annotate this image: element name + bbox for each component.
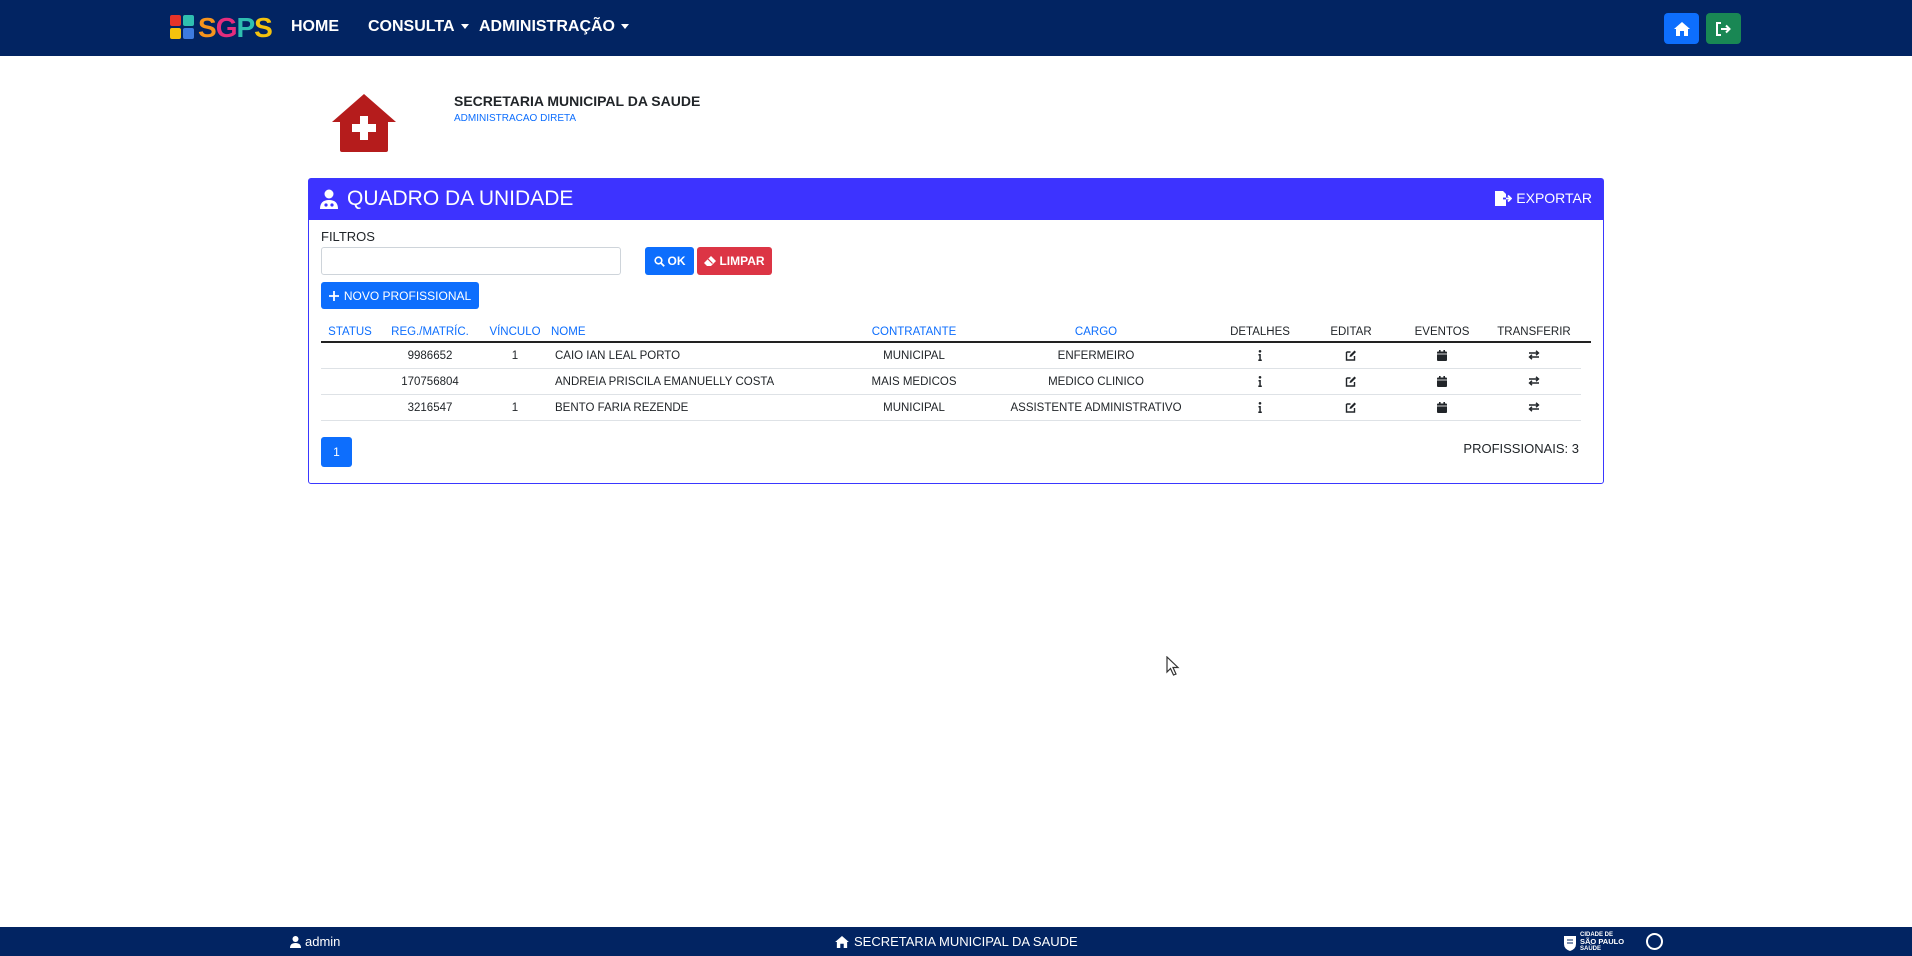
filters-label: FILTROS <box>321 229 375 244</box>
edit-icon[interactable] <box>1345 376 1357 387</box>
nav-consulta-label: CONSULTA <box>368 18 455 35</box>
column-header-status[interactable]: STATUS <box>328 325 372 339</box>
transfer-icon[interactable] <box>1528 402 1540 412</box>
footer-username: admin <box>305 934 341 949</box>
caret-down-icon <box>621 24 629 30</box>
cell-nome: BENTO FARIA REZENDE <box>555 402 689 414</box>
transfer-icon[interactable] <box>1528 350 1540 360</box>
cell-cargo: ENFERMEIRO <box>1057 350 1135 362</box>
nav-home[interactable]: HOME <box>291 17 339 37</box>
org-name: SECRETARIA MUNICIPAL DA SAUDE <box>454 93 701 109</box>
panel-title: QUADRO DA UNIDADE <box>347 187 574 210</box>
cell-cargo: MEDICO CLINICO <box>1048 376 1144 388</box>
home-icon <box>835 935 849 948</box>
cell-nome: ANDREIA PRISCILA EMANUELLY COSTA <box>555 376 775 388</box>
export-button[interactable]: EXPORTAR <box>1495 190 1592 206</box>
home-button[interactable] <box>1664 13 1699 44</box>
footer-user: admin <box>290 934 340 949</box>
city-logo-line: SÃO PAULO <box>1580 937 1625 946</box>
user-doctor-icon <box>320 189 338 209</box>
org-subtitle: ADMINISTRACAO DIRETA <box>454 113 577 124</box>
cell-reg: 9986652 <box>407 350 453 362</box>
file-export-icon <box>1495 190 1513 206</box>
details-icon[interactable] <box>1258 402 1262 413</box>
ok-button[interactable]: OK <box>645 247 694 275</box>
column-header-vinculo[interactable]: VÍNCULO <box>489 325 540 339</box>
brand-letter: P <box>236 12 255 43</box>
column-header-reg[interactable]: REG./MATRÍC. <box>391 325 469 339</box>
brand-letter: S <box>198 12 217 43</box>
cell-nome: CAIO IAN LEAL PORTO <box>555 350 681 362</box>
calendar-icon[interactable] <box>1437 350 1447 361</box>
search-icon <box>653 255 665 267</box>
home-icon <box>1673 21 1690 36</box>
user-icon <box>290 935 301 948</box>
column-header-editar: EDITAR <box>1330 326 1372 338</box>
page-1-button[interactable]: 1 <box>321 437 352 467</box>
footer-org: SECRETARIA MUNICIPAL DA SAUDE <box>835 934 1078 949</box>
transfer-icon[interactable] <box>1528 376 1540 386</box>
column-header-detalhes: DETALHES <box>1230 326 1290 338</box>
footer-bar: admin SECRETARIA MUNICIPAL DA SAUDE CIDA… <box>0 927 1912 956</box>
clear-label: LIMPAR <box>719 254 765 268</box>
clear-button[interactable]: LIMPAR <box>697 247 772 275</box>
cell-cargo: ASSISTENTE ADMINISTRATIVO <box>1010 402 1182 414</box>
table-row: 3216547 1 BENTO FARIA REZENDE MUNICIPAL … <box>321 395 1581 421</box>
cell-contratante: MAIS MEDICOS <box>871 376 957 388</box>
eraser-icon <box>704 256 717 266</box>
puzzle-logo-icon <box>170 15 196 41</box>
column-header-cargo[interactable]: CARGO <box>1075 325 1117 339</box>
edit-icon[interactable] <box>1345 350 1357 361</box>
edit-icon[interactable] <box>1345 402 1357 413</box>
caret-down-icon <box>460 24 469 30</box>
plus-icon <box>328 290 339 301</box>
cell-vinculo: 1 <box>511 350 519 362</box>
sign-out-icon <box>1716 21 1731 36</box>
brand-letter: G <box>215 12 238 43</box>
cell-reg: 3216547 <box>407 402 453 414</box>
cell-contratante: MUNICIPAL <box>883 402 945 414</box>
seal-icon <box>1646 933 1663 950</box>
calendar-icon[interactable] <box>1437 402 1447 413</box>
column-header-eventos: EVENTOS <box>1414 326 1470 338</box>
logout-button[interactable] <box>1706 13 1741 44</box>
filter-input[interactable] <box>321 247 621 275</box>
panel-header: QUADRO DA UNIDADE EXPORTAR <box>309 179 1603 220</box>
city-logo-text: CIDADE DE SÃO PAULO SAÚDE <box>1580 932 1624 952</box>
sgps-logo[interactable]: SGPS <box>170 12 273 43</box>
nav-administracao-dropdown[interactable]: ADMINISTRAÇÃO <box>479 17 629 37</box>
city-logo: CIDADE DE SÃO PAULO SAÚDE <box>1563 932 1624 952</box>
calendar-icon[interactable] <box>1437 376 1447 387</box>
unit-staff-panel: QUADRO DA UNIDADE EXPORTAR FILTROS OK LI… <box>308 178 1604 484</box>
column-header-nome[interactable]: NOME <box>551 325 586 339</box>
city-crest-icon <box>1564 935 1576 951</box>
ok-label: OK <box>667 254 686 268</box>
mouse-cursor-icon <box>1166 656 1180 676</box>
new-professional-button[interactable]: NOVO PROFISSIONAL <box>321 282 479 309</box>
details-icon[interactable] <box>1258 350 1262 361</box>
city-logo-line: SAÚDE <box>1580 946 1602 952</box>
export-label: EXPORTAR <box>1516 190 1592 206</box>
cell-vinculo: 1 <box>511 402 519 414</box>
nav-administracao-label: ADMINISTRAÇÃO <box>479 18 615 35</box>
brand-letter: S <box>254 12 273 43</box>
top-navbar: SGPS HOME CONSULTA ADMINISTRAÇÃO <box>0 0 1912 56</box>
column-header-transferir: TRANSFERIR <box>1497 326 1571 338</box>
professionals-count: PROFISSIONAIS: 3 <box>1463 441 1579 456</box>
cell-contratante: MUNICIPAL <box>883 350 945 362</box>
table-row: 9986652 1 CAIO IAN LEAL PORTO MUNICIPAL … <box>321 343 1581 369</box>
cell-reg: 170756804 <box>401 376 459 388</box>
table-row: 170756804 ANDREIA PRISCILA EMANUELLY COS… <box>321 369 1581 395</box>
hospital-house-icon <box>332 94 396 152</box>
brand-name: SGPS <box>198 12 273 43</box>
details-icon[interactable] <box>1258 376 1262 387</box>
nav-consulta-dropdown[interactable]: CONSULTA <box>368 17 469 37</box>
column-header-contratante[interactable]: CONTRATANTE <box>872 325 957 339</box>
new-professional-label: NOVO PROFISSIONAL <box>343 288 472 303</box>
footer-org-name: SECRETARIA MUNICIPAL DA SAUDE <box>854 934 1078 949</box>
